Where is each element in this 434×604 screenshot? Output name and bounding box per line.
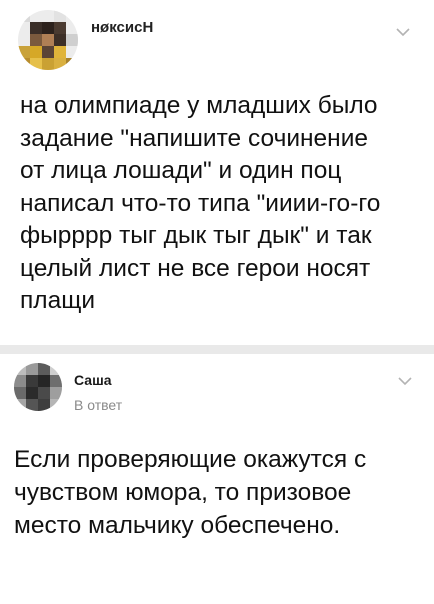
feed-page: нøксисН на олимпиаде у младших было зада… [0,0,434,604]
reply-text-line: Если проверяющие окажутся с [14,446,367,473]
reply-avatar[interactable] [14,363,62,411]
post-text: на олимпиаде у младших было задание "нап… [20,90,424,318]
post-author[interactable]: нøксисН [91,19,153,36]
reply-label: В ответ [74,397,123,413]
divider [0,345,434,354]
chevron-down-icon[interactable] [395,24,411,37]
post: нøксисН на олимпиаде у младших было зада… [0,0,434,344]
avatar[interactable] [18,10,78,70]
post-text-line: на олимпиаде у младших было [20,92,378,119]
reply-text-line: место мальчику обеспечено. [14,512,341,539]
chevron-down-icon[interactable] [397,373,413,386]
post-text-line: фырррр тыг дык тыг дык" и так [20,222,372,249]
post-text-line: от лица лошади" и один поц [20,157,342,184]
post-text-line: плащи [20,287,96,314]
post-text-line: целый лист не все герои носят [20,254,371,282]
reply-text-line: чувством юмора, то призовое [14,479,352,506]
reply-author[interactable]: Саша [74,372,112,388]
post-text-line: написал что-то типа "ииии-го-го [20,189,381,217]
post-text-line: задание "напишите сочинение [20,124,369,152]
reply-text: Если проверяющие окажутся с чувством юмо… [14,443,424,542]
